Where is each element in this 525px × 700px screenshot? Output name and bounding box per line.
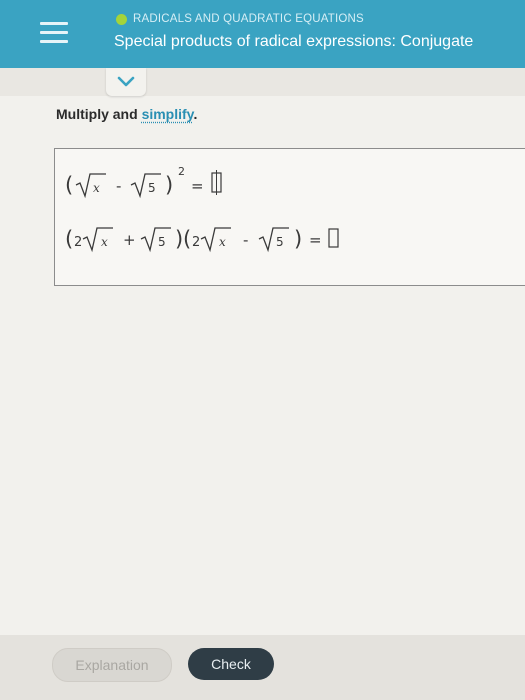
menu-icon[interactable] xyxy=(40,22,68,44)
minus-sign: - xyxy=(116,177,121,195)
sqrt-symbol xyxy=(82,227,113,253)
instruction-text: Multiply and simplify. xyxy=(56,106,197,122)
topic-label: RADICALS AND QUADRATIC EQUATIONS xyxy=(133,13,364,25)
problem-1-expression: ( x - 5 ) 2 = xyxy=(65,165,222,199)
answer-input-2[interactable] xyxy=(328,228,339,248)
topic-line: RADICALS AND QUADRATIC EQUATIONS xyxy=(116,11,364,27)
instruction-suffix: . xyxy=(193,106,198,122)
radicand-x: x xyxy=(101,235,108,249)
equals-sign: = xyxy=(191,177,204,195)
minus-sign: - xyxy=(243,231,248,249)
paren-close: ) xyxy=(165,173,173,197)
check-button[interactable]: Check xyxy=(188,648,274,680)
sqrt-symbol xyxy=(200,227,231,253)
paren-open: ( xyxy=(65,227,73,251)
paren-open: ( xyxy=(183,227,191,251)
radicand-5: 5 xyxy=(276,235,284,249)
simplify-link[interactable]: simplify xyxy=(142,106,194,122)
sqrt-symbol xyxy=(75,173,106,199)
radicand-x: x xyxy=(93,181,100,195)
sqrt-symbol xyxy=(258,227,289,253)
top-bar: RADICALS AND QUADRATIC EQUATIONS Special… xyxy=(0,0,525,68)
exponent: 2 xyxy=(178,165,185,178)
plus-sign: + xyxy=(123,231,136,249)
paren-close: ) xyxy=(294,227,302,251)
instruction-prefix: Multiply and xyxy=(56,106,142,122)
problem-2-expression: ( 2 x + 5 ) ( 2 x - 5 ) = xyxy=(65,227,339,253)
problem-box: ( x - 5 ) 2 = ( 2 x + 5 ) ( 2 x - 5 ) = xyxy=(54,148,525,286)
collapse-tab[interactable] xyxy=(106,68,146,96)
chevron-down-icon xyxy=(117,76,135,87)
progress-dot-icon xyxy=(116,13,127,25)
sqrt-symbol xyxy=(140,227,171,253)
coefficient: 2 xyxy=(74,235,82,250)
page-title: Special products of radical expressions:… xyxy=(114,33,474,50)
equals-sign: = xyxy=(309,231,322,249)
sqrt-symbol xyxy=(130,173,161,199)
coefficient: 2 xyxy=(192,235,200,250)
radicand-x: x xyxy=(219,235,226,249)
explanation-button[interactable]: Explanation xyxy=(52,648,172,682)
radicand-5: 5 xyxy=(158,235,166,249)
radicand-5: 5 xyxy=(148,181,156,195)
paren-close: ) xyxy=(175,227,183,251)
paren-open: ( xyxy=(65,173,73,197)
